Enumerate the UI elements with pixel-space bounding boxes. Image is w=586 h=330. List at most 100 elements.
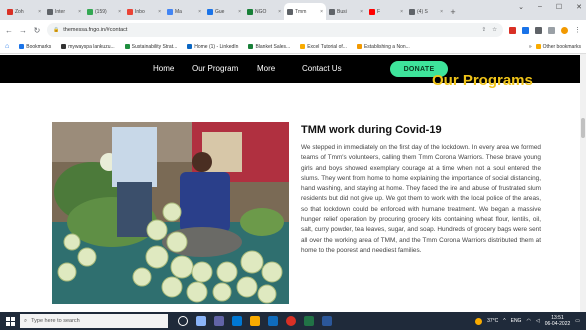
favicon-icon [329, 8, 335, 15]
article-body: We stepped in immediately on the first d… [301, 144, 541, 254]
forward-icon[interactable]: → [19, 26, 27, 35]
teams-icon[interactable] [214, 316, 224, 326]
bookmark-item[interactable]: Excel Tutorial of... [300, 44, 347, 50]
close-tab-icon[interactable]: × [278, 9, 281, 15]
bookmark-item[interactable]: Home (1) - LinkedIn [187, 44, 238, 50]
puzzle-icon[interactable] [535, 26, 542, 34]
browser-tab[interactable]: NGO × [244, 3, 284, 20]
bookmark-favicon-icon [19, 44, 25, 49]
close-tab-icon[interactable]: × [400, 9, 403, 15]
close-tab-icon[interactable]: × [38, 9, 41, 15]
excel-icon[interactable] [304, 316, 314, 326]
browser-tab[interactable]: Zoh × [4, 3, 44, 20]
apps-icon[interactable]: ⌂ [5, 43, 9, 50]
extension-icon[interactable] [509, 26, 516, 34]
bookmark-favicon-icon [61, 44, 67, 49]
favicon-icon [127, 8, 133, 15]
browser-tab[interactable]: Inter × [44, 3, 84, 20]
menu-dots-icon[interactable]: ⋮ [574, 26, 581, 34]
browser-tab[interactable]: Gue × [204, 3, 244, 20]
close-tab-icon[interactable]: × [198, 9, 201, 15]
wifi-icon[interactable]: ◠ [526, 318, 530, 324]
close-tab-icon[interactable]: × [118, 9, 121, 15]
minimize-button[interactable]: – [538, 3, 542, 11]
browser-toolbar: ← → ↻ 🔒 themessa.fngo.in/#contact ⇪ ☆ ⋮ [0, 20, 586, 40]
taskbar-clock[interactable]: 13:51 06-04-2022 [545, 315, 571, 327]
favicon-icon [87, 8, 93, 15]
chrome-icon[interactable] [286, 316, 296, 326]
store-icon[interactable] [268, 316, 278, 326]
close-tab-icon[interactable]: × [158, 9, 161, 15]
extensions-area: ⋮ [509, 26, 581, 34]
nav-home[interactable]: Home [153, 64, 174, 73]
new-tab-button[interactable]: + [446, 3, 460, 20]
other-bookmarks[interactable]: Other bookmarks [535, 44, 581, 50]
file-explorer-icon[interactable] [250, 316, 260, 326]
volume-icon[interactable]: ◁ [536, 318, 540, 324]
tab-title: F [377, 8, 381, 15]
tab-search-button[interactable]: ⌄ [518, 3, 524, 11]
word-icon[interactable] [322, 316, 332, 326]
cortana-icon[interactable] [178, 316, 188, 326]
bookmark-item[interactable]: mywayspa lankuzu... [61, 44, 115, 50]
lock-icon[interactable]: 🔒 [53, 27, 59, 33]
chevron-up-icon[interactable]: ^ [503, 318, 505, 324]
windows-start-icon[interactable] [0, 312, 20, 330]
browser-tab[interactable]: Tmm × [284, 3, 326, 20]
nav-contact-us[interactable]: Contact Us [302, 64, 342, 73]
browser-tab[interactable]: Inbo × [124, 3, 164, 20]
tab-title: Zoh [15, 8, 24, 15]
bookmark-item[interactable]: Establishing a Non... [356, 44, 410, 50]
article-photo [52, 122, 289, 304]
language-indicator[interactable]: ENG [511, 318, 522, 324]
weather-icon[interactable] [475, 317, 483, 325]
extension-icon[interactable] [522, 26, 529, 34]
edge-icon[interactable] [232, 316, 242, 326]
taskbar-search-input[interactable]: ⌕ Type here to search [20, 314, 168, 328]
close-tab-icon[interactable]: × [360, 9, 363, 15]
bookmark-favicon-icon [124, 44, 130, 49]
tab-title: Tmm [295, 8, 307, 15]
address-bar[interactable]: 🔒 themessa.fngo.in/#contact ⇪ ☆ [47, 23, 503, 37]
bookmark-star-icon[interactable]: ☆ [492, 27, 497, 33]
browser-tab[interactable]: Ma × [164, 3, 204, 20]
avatar[interactable] [561, 26, 568, 34]
close-tab-icon[interactable]: × [440, 9, 443, 15]
close-tab-icon[interactable]: × [238, 9, 241, 15]
nav-more[interactable]: More [257, 64, 275, 73]
bookmarks-overflow-button[interactable]: » [529, 44, 532, 50]
favicon-icon [369, 8, 375, 15]
task-view-icon[interactable] [196, 316, 206, 326]
nav-our-program[interactable]: Our Program [192, 64, 238, 73]
favicon-icon [287, 8, 293, 15]
close-tab-icon[interactable]: × [320, 9, 323, 15]
browser-tab[interactable]: Busi × [326, 3, 366, 20]
scrollbar-thumb[interactable] [581, 118, 585, 138]
article-title: TMM work during Covid-19 [301, 124, 442, 136]
sidebar-icon[interactable] [548, 26, 555, 34]
close-window-button[interactable]: ✕ [576, 3, 582, 11]
bookmark-list: Bookmarks mywayspa lankuzu... Sustainabili… [19, 44, 410, 50]
tab-title: (4) S [417, 8, 428, 15]
tab-title: Gue [215, 8, 225, 15]
browser-tab[interactable]: (4) S × [406, 3, 446, 20]
browser-tab[interactable]: F × [366, 3, 406, 20]
close-tab-icon[interactable]: × [78, 9, 81, 15]
bookmark-item[interactable]: Blanket Sales... [248, 44, 290, 50]
bookmarks-bar: ⌂ Bookmarks mywayspa lankuzu... Sustainabi… [0, 40, 586, 54]
back-icon[interactable]: ← [5, 26, 13, 35]
taskbar-apps [178, 316, 332, 326]
bookmark-item[interactable]: Sustainability Strat... [124, 44, 177, 50]
browser-tab[interactable]: (159) × [84, 3, 124, 20]
weather-temp[interactable]: 37°C [487, 318, 498, 324]
tab-list: Zoh × Inter × (159) × Inbo × Ma × Gue × NGO × Tmm × Busi… [4, 3, 446, 20]
maximize-button[interactable]: ☐ [556, 3, 562, 11]
favicon-icon [47, 8, 53, 15]
page-title: Our Programs [432, 72, 533, 89]
reload-icon[interactable]: ↻ [33, 26, 41, 35]
bookmark-item[interactable]: Bookmarks [19, 44, 51, 50]
share-icon[interactable]: ⇪ [481, 27, 486, 33]
notification-icon[interactable]: ▭ [575, 318, 580, 324]
scrollbar[interactable] [580, 54, 586, 312]
windows-taskbar: ⌕ Type here to search 37°C ^ ENG ◠ ◁ 13:… [0, 312, 586, 330]
